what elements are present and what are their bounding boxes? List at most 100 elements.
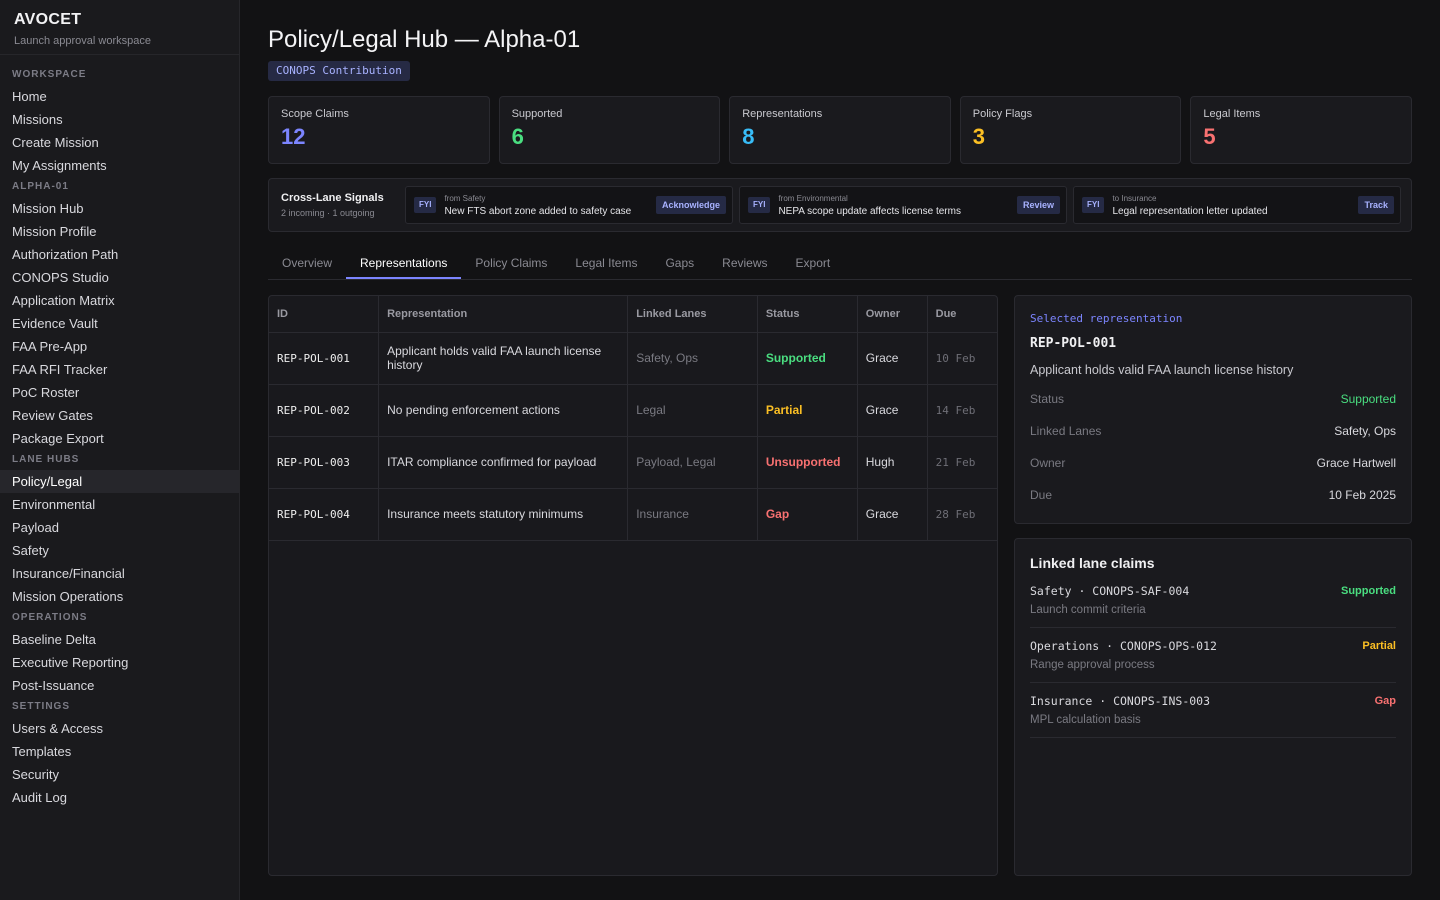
- sidebar-item-faa-rfi-tracker[interactable]: FAA RFI Tracker: [0, 358, 239, 381]
- detail-key: Owner: [1030, 456, 1066, 470]
- sidebar-item-missions[interactable]: Missions: [0, 108, 239, 131]
- claim-reference: Safety · CONOPS-SAF-004: [1030, 584, 1190, 598]
- claim-description: Launch commit criteria: [1030, 604, 1146, 616]
- cell-representation: Applicant holds valid FAA launch license…: [378, 332, 629, 385]
- cell-linked-lanes: Legal: [627, 384, 758, 437]
- stat-value: 8: [742, 124, 755, 149]
- sidebar-item-safety[interactable]: Safety: [0, 539, 239, 562]
- cell-status: Gap: [757, 488, 858, 541]
- table-row[interactable]: REP-POL-003 ITAR compliance confirmed for…: [269, 436, 997, 489]
- signal-text: from Environmental NEPA scope update affe…: [778, 194, 1009, 217]
- cell-linked-lanes: Safety, Ops: [627, 332, 758, 385]
- cell-representation: Insurance meets statutory minimums: [378, 488, 629, 541]
- sidebar-item-baseline-delta[interactable]: Baseline Delta: [0, 628, 239, 651]
- signal-source: to Insurance: [1112, 193, 1157, 203]
- cell-linked-lanes: Insurance: [627, 488, 758, 541]
- detail-value: Grace Hartwell: [1316, 456, 1396, 470]
- cell-status: Supported: [757, 332, 858, 385]
- tab-overview[interactable]: Overview: [268, 247, 346, 279]
- column-header-id: ID: [269, 296, 380, 333]
- signal-text: to Insurance Legal representation letter …: [1112, 194, 1350, 217]
- tab-legal-items[interactable]: Legal Items: [561, 247, 651, 279]
- sidebar-item-mission-hub[interactable]: Mission Hub: [0, 197, 239, 220]
- main-content: Policy/Legal Hub — Alpha-01 CONOPS Contr…: [268, 0, 1412, 900]
- stat-label: Policy Flags: [972, 108, 1033, 120]
- stat-card-policy-flags: Policy Flags 3: [959, 96, 1182, 164]
- sidebar-item-policy-legal[interactable]: Policy/Legal: [0, 470, 239, 493]
- column-header-status: Status: [757, 296, 858, 333]
- signal-card: FYI from Safety New FTS abort zone added t…: [405, 186, 733, 224]
- signals-header: Cross-Lane Signals 2 incoming · 1 outgoi…: [281, 192, 399, 218]
- sidebar-item-environmental[interactable]: Environmental: [0, 493, 239, 516]
- representations-table: ID Representation Linked Lanes Status Owner D…: [269, 296, 997, 541]
- representations-table-panel: ID Representation Linked Lanes Status Owner D…: [268, 295, 998, 876]
- cross-lane-signals: Cross-Lane Signals 2 incoming · 1 outgoi…: [268, 178, 1412, 232]
- contribution-badge: CONOPS Contribution: [268, 61, 410, 81]
- sidebar-item-authorization-path[interactable]: Authorization Path: [0, 243, 239, 266]
- sidebar-item-insurance-financial[interactable]: Insurance/Financial: [0, 562, 239, 585]
- claim-header: Insurance · CONOPS-INS-003 Gap: [1030, 694, 1396, 708]
- acknowledge-button[interactable]: Acknowledge: [655, 196, 726, 214]
- tab-gaps[interactable]: Gaps: [651, 247, 708, 279]
- linked-claims-list: Safety · CONOPS-SAF-004 Supported Launch c…: [1030, 573, 1396, 738]
- sidebar-item-conops-studio[interactable]: CONOPS Studio: [0, 266, 239, 289]
- column-header-due: Due: [927, 296, 997, 333]
- table-row[interactable]: REP-POL-002 No pending enforcement action…: [269, 384, 997, 437]
- sidebar-item-users-access[interactable]: Users & Access: [0, 717, 239, 740]
- sidebar-item-evidence-vault[interactable]: Evidence Vault: [0, 312, 239, 335]
- sidebar-item-templates[interactable]: Templates: [0, 740, 239, 763]
- sidebar-item-review-gates[interactable]: Review Gates: [0, 404, 239, 427]
- claim-description: MPL calculation basis: [1030, 714, 1141, 726]
- signal-text: from Safety New FTS abort zone added to s…: [444, 194, 648, 217]
- sidebar-item-payload[interactable]: Payload: [0, 516, 239, 539]
- sidebar-item-poc-roster[interactable]: PoC Roster: [0, 381, 239, 404]
- sidebar-item-home[interactable]: Home: [0, 85, 239, 108]
- sidebar-item-post-issuance[interactable]: Post-Issuance: [0, 674, 239, 697]
- table-row[interactable]: REP-POL-004 Insurance meets statutory min…: [269, 488, 997, 541]
- linked-claim-item[interactable]: Insurance · CONOPS-INS-003 Gap MPL calcula…: [1030, 683, 1396, 738]
- sidebar-item-my-assignments[interactable]: My Assignments: [0, 154, 239, 177]
- track-button[interactable]: Track: [1358, 196, 1394, 214]
- detail-value: 10 Feb 2025: [1328, 488, 1396, 502]
- column-header-owner: Owner: [857, 296, 928, 333]
- detail-row-linked-lanes: Linked Lanes Safety, Ops: [1030, 415, 1396, 447]
- sidebar-item-security[interactable]: Security: [0, 763, 239, 786]
- linked-claim-item[interactable]: Safety · CONOPS-SAF-004 Supported Launch c…: [1030, 573, 1396, 628]
- sidebar-section-heading: WORKSPACE: [12, 69, 87, 80]
- table-row[interactable]: REP-POL-001 Applicant holds valid FAA lau…: [269, 332, 997, 385]
- signal-card: FYI from Environmental NEPA scope update a…: [739, 186, 1067, 224]
- tab-export[interactable]: Export: [782, 247, 845, 279]
- sidebar-item-application-matrix[interactable]: Application Matrix: [0, 289, 239, 312]
- column-header-linked-lanes: Linked Lanes: [627, 296, 758, 333]
- tab-policy-claims[interactable]: Policy Claims: [461, 247, 561, 279]
- fyi-tag: FYI: [1082, 197, 1105, 213]
- sidebar-item-mission-operations[interactable]: Mission Operations: [0, 585, 239, 608]
- signal-source: from Environmental: [778, 193, 848, 203]
- sidebar-item-mission-profile[interactable]: Mission Profile: [0, 220, 239, 243]
- review-button[interactable]: Review: [1016, 196, 1060, 214]
- stat-card-supported: Supported 6: [498, 96, 721, 164]
- claim-status: Partial: [1362, 640, 1396, 652]
- sidebar-item-faa-pre-app[interactable]: FAA Pre-App: [0, 335, 239, 358]
- signal-message: New FTS abort zone added to safety case: [444, 205, 632, 217]
- cell-linked-lanes: Payload, Legal: [627, 436, 758, 489]
- tab-reviews[interactable]: Reviews: [708, 247, 781, 279]
- brand: AVOCET Launch approval workspace: [0, 0, 239, 55]
- page-title: Policy/Legal Hub — Alpha-01: [268, 26, 581, 53]
- cell-owner: Grace: [857, 488, 928, 541]
- stat-label: Representations: [742, 108, 823, 120]
- sidebar-item-executive-reporting[interactable]: Executive Reporting: [0, 651, 239, 674]
- sidebar-item-create-mission[interactable]: Create Mission: [0, 131, 239, 154]
- fyi-tag: FYI: [414, 197, 437, 213]
- linked-claim-item[interactable]: Operations · CONOPS-OPS-012 Partial Range …: [1030, 628, 1396, 683]
- signals-title: Cross-Lane Signals: [281, 192, 384, 204]
- column-header-representation: Representation: [378, 296, 629, 333]
- claim-reference: Insurance · CONOPS-INS-003: [1030, 694, 1211, 708]
- sidebar-item-audit-log[interactable]: Audit Log: [0, 786, 239, 809]
- sidebar-item-package-export[interactable]: Package Export: [0, 427, 239, 450]
- detail-row-owner: Owner Grace Hartwell: [1030, 447, 1396, 479]
- cell-id: REP-POL-001: [269, 332, 380, 385]
- tab-representations[interactable]: Representations: [346, 247, 462, 279]
- cell-owner: Grace: [857, 332, 928, 385]
- detail-value: Safety, Ops: [1334, 424, 1396, 438]
